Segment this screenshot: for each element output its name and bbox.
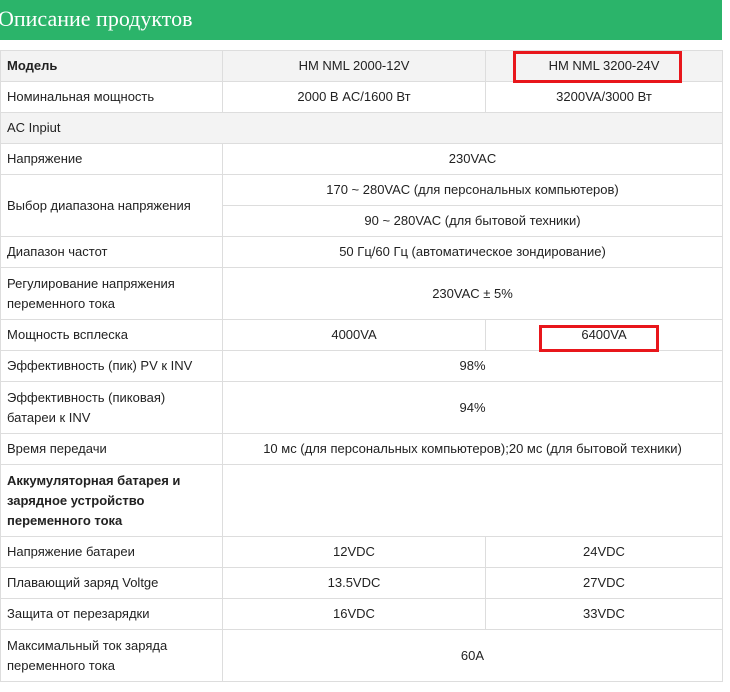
row-label: Регулирование напряжения переменного ток… (0, 267, 223, 320)
row-label: Защита от перезарядки (0, 598, 223, 630)
cell-value-pc: 170 ~ 280VAC (для персональных компьютер… (222, 174, 723, 206)
row-label: Диапазон частот (0, 236, 223, 268)
cell-value: 230VAC ± 5% (222, 267, 723, 320)
cell-value: 50 Гц/60 Гц (автоматическое зондирование… (222, 236, 723, 268)
cell-model-b: 6400VA (485, 319, 723, 351)
cell-value: 94% (222, 381, 723, 434)
table-row-voltage: Напряжение 230VAC (0, 143, 723, 175)
label-line: переменного тока (7, 295, 116, 311)
table-row-regulation: Регулирование напряжения переменного ток… (0, 267, 723, 320)
table-row-eff-batt: Эффективность (пиковая) батареи к INV 94… (0, 381, 723, 434)
row-label: Максимальный ток заряда переменного тока (0, 629, 223, 682)
section-title: Описание продуктов (0, 6, 193, 31)
cell-value: 10 мс (для персональных компьютеров);20 … (222, 433, 723, 465)
row-label: Напряжение (0, 143, 223, 175)
table-row-surge: Мощность всплеска 4000VA 6400VA (0, 319, 723, 351)
row-label: Мощность всплеска (0, 319, 223, 351)
empty-cell (222, 464, 723, 537)
section-label: AC Inpiut (0, 112, 723, 144)
row-label: Выбор диапазона напряжения (0, 174, 223, 237)
cell-value: 230VAC (222, 143, 723, 175)
table-row-voltage-range: Выбор диапазона напряжения 170 ~ 280VAC … (0, 174, 723, 237)
cell-model-b: 33VDC (485, 598, 723, 630)
table-row-rated-power: Номинальная мощность 2000 В AC/1600 Вт 3… (0, 81, 723, 113)
table-row-eff-pv: Эффективность (пик) PV к INV 98% (0, 350, 723, 382)
label-line: Регулирование напряжения (7, 275, 175, 291)
row-label: Плавающий заряд Voltge (0, 567, 223, 599)
table-row-batt-voltage: Напряжение батареи 12VDC 24VDC (0, 536, 723, 568)
cell-value: 60A (222, 629, 723, 682)
label-line: переменного тока (7, 512, 123, 528)
row-label: Эффективность (пиковая) батареи к INV (0, 381, 223, 434)
cell-model-b: 27VDC (485, 567, 723, 599)
model-a: HM NML 2000-12V (222, 50, 486, 82)
row-label: Эффективность (пик) PV к INV (0, 350, 223, 382)
label-line: Эффективность (пиковая) (7, 389, 166, 405)
label-line: Максимальный ток заряда (7, 637, 168, 653)
cell-model-a: 2000 В AC/1600 Вт (222, 81, 486, 113)
label-line: батареи к INV (7, 409, 91, 425)
table-row-model: Модель HM NML 2000-12V HM NML 3200-24V (0, 50, 723, 82)
table-row-float-charge: Плавающий заряд Voltge 13.5VDC 27VDC (0, 567, 723, 599)
label-line: зарядное устройство (7, 492, 145, 508)
cell-model-b: 24VDC (485, 536, 723, 568)
table-row-frequency: Диапазон частот 50 Гц/60 Гц (автоматичес… (0, 236, 723, 268)
spec-table: Модель HM NML 2000-12V HM NML 3200-24V Н… (0, 50, 723, 682)
table-row-overcharge: Защита от перезарядки 16VDC 33VDC (0, 598, 723, 630)
cell-model-a: 12VDC (222, 536, 486, 568)
row-label: Время передачи (0, 433, 223, 465)
cell-model-a: 13.5VDC (222, 567, 486, 599)
row-label: Напряжение батареи (0, 536, 223, 568)
model-label: Модель (0, 50, 223, 82)
table-row-max-charge: Максимальный ток заряда переменного тока… (0, 629, 723, 682)
section-label: Аккумуляторная батарея и зарядное устрой… (0, 464, 223, 537)
cell-model-a: 4000VA (222, 319, 486, 351)
cell-model-b: 3200VA/3000 Вт (485, 81, 723, 113)
table-row-ac-input: AC Inpiut (0, 112, 723, 144)
label-line: Аккумуляторная батарея и (7, 472, 181, 488)
row-label: Номинальная мощность (0, 81, 223, 113)
label-line: переменного тока (7, 657, 116, 673)
cell-value-appliance: 90 ~ 280VAC (для бытовой техники) (222, 205, 723, 237)
table-row-transfer: Время передачи 10 мс (для персональных к… (0, 433, 723, 465)
table-row-battery-section: Аккумуляторная батарея и зарядное устрой… (0, 464, 723, 537)
model-b: HM NML 3200-24V (485, 50, 723, 82)
section-header: Описание продуктов (0, 0, 722, 40)
cell-value: 98% (222, 350, 723, 382)
cell-model-a: 16VDC (222, 598, 486, 630)
